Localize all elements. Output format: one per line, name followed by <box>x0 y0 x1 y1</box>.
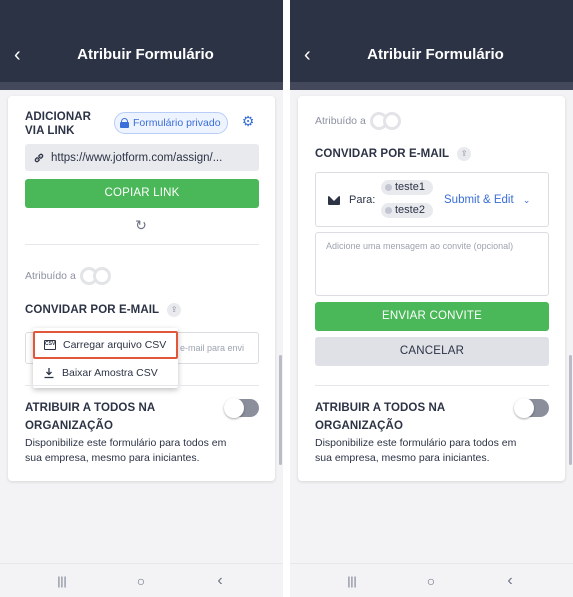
right-screen: ‹ Atribuir Formulário Atribuído a CONVID… <box>290 0 573 597</box>
recent-apps-button[interactable]: ||| <box>342 572 362 590</box>
lock-icon <box>120 118 129 128</box>
invite-card: Atribuído a CONVIDAR POR E-MAIL ⇪ Para: … <box>298 96 565 481</box>
upload-csv-option[interactable]: CSV Carregar arquivo CSV <box>33 331 178 359</box>
permission-value: Submit & Edit <box>444 194 514 206</box>
assign-url-field[interactable]: https://www.jotform.com/assign/... <box>25 144 259 171</box>
chevron-down-icon: ⌄ <box>522 195 531 205</box>
assigned-to-label: Atribuído a <box>25 270 76 282</box>
recipient-avatar <box>385 207 392 214</box>
page-title: Atribuir Formulário <box>77 46 214 63</box>
add-via-link-title: ADICIONAR VIA LINK <box>25 111 92 137</box>
page-title: Atribuir Formulário <box>367 46 504 63</box>
system-navbar: ||| ○ ‹ <box>0 563 283 597</box>
csv-file-icon: CSV <box>44 340 56 350</box>
upload-csv-label: Carregar arquivo CSV <box>63 339 167 351</box>
header-subbar <box>290 82 573 90</box>
assignee-avatars <box>369 112 406 130</box>
invite-email-title: CONVIDAR POR E-MAIL <box>25 304 160 316</box>
recipient-name: teste2 <box>395 204 425 216</box>
org-assign-title: ATRIBUIR A TODOS NA ORGANIZAÇÃO <box>25 402 155 432</box>
scrollbar[interactable] <box>569 355 572 465</box>
header-subbar <box>0 82 283 90</box>
assign-url-text: https://www.jotform.com/assign/... <box>51 151 223 164</box>
nav-back-button[interactable]: ‹ <box>500 572 520 590</box>
share-icon[interactable]: ⇪ <box>167 303 182 317</box>
home-button[interactable]: ○ <box>131 572 151 590</box>
org-assign-title: ATRIBUIR A TODOS NA ORGANIZAÇÃO <box>315 402 445 432</box>
invite-email-header: CONVIDAR POR E-MAIL ⇪ <box>25 303 182 317</box>
to-label: Para: <box>349 194 376 206</box>
refresh-icon[interactable]: ↻ <box>134 218 148 232</box>
home-button[interactable]: ○ <box>421 572 441 590</box>
assignee-avatars <box>79 267 116 285</box>
system-navbar: ||| ○ ‹ <box>290 563 573 597</box>
recipients-box[interactable]: Para: teste1 teste2 Submit & Edit ⌄ <box>315 172 549 227</box>
org-assign-description: Disponibilize este formulário para todos… <box>25 437 227 464</box>
send-invite-button[interactable]: ENVIAR CONVITE <box>315 302 549 331</box>
org-assign-description: Disponibilize este formulário para todos… <box>315 437 517 464</box>
link-icon <box>34 153 44 162</box>
left-screen: ‹ Atribuir Formulário ADICIONAR VIA LINK… <box>0 0 283 597</box>
download-sample-label: Baixar Amostra CSV <box>62 367 158 379</box>
recipient-name: teste1 <box>395 181 425 193</box>
nav-back-button[interactable]: ‹ <box>210 572 230 590</box>
assign-card: ADICIONAR VIA LINK Formulário privado ⚙ … <box>8 96 275 481</box>
divider <box>25 385 259 386</box>
copy-link-button[interactable]: COPIAR LINK <box>25 179 259 208</box>
private-form-badge[interactable]: Formulário privado <box>114 112 228 134</box>
app-header: ‹ Atribuir Formulário <box>290 0 573 90</box>
org-assign-toggle[interactable] <box>514 398 549 418</box>
mail-icon <box>328 196 340 205</box>
assigned-to-row: Atribuído a <box>315 112 406 130</box>
app-header: ‹ Atribuir Formulário <box>0 0 283 90</box>
download-icon <box>44 368 54 379</box>
cancel-button[interactable]: CANCELAR <box>315 337 549 366</box>
scrollbar[interactable] <box>279 355 282 465</box>
invite-message-input[interactable]: Adicione uma mensagem ao convite (opcion… <box>315 232 549 296</box>
permission-select[interactable]: Submit & Edit ⌄ <box>444 194 530 206</box>
share-icon[interactable]: ⇪ <box>457 147 472 161</box>
divider <box>25 244 259 245</box>
org-assign-toggle[interactable] <box>224 398 259 418</box>
divider <box>315 385 549 386</box>
private-form-label: Formulário privado <box>133 117 221 129</box>
recipient-chip[interactable]: teste2 <box>381 203 433 218</box>
download-sample-option[interactable]: Baixar Amostra CSV <box>33 361 178 385</box>
invite-email-header: CONVIDAR POR E-MAIL ⇪ <box>315 147 472 161</box>
recipient-chip[interactable]: teste1 <box>381 180 433 195</box>
gear-icon[interactable]: ⚙ <box>241 114 255 128</box>
assigned-to-row: Atribuído a <box>25 267 116 285</box>
recipient-avatar <box>385 184 392 191</box>
recent-apps-button[interactable]: ||| <box>52 572 72 590</box>
csv-dropdown-menu: CSV Carregar arquivo CSV Baixar Amostra … <box>33 328 178 388</box>
assigned-to-label: Atribuído a <box>315 115 366 127</box>
invite-email-title: CONVIDAR POR E-MAIL <box>315 148 450 160</box>
